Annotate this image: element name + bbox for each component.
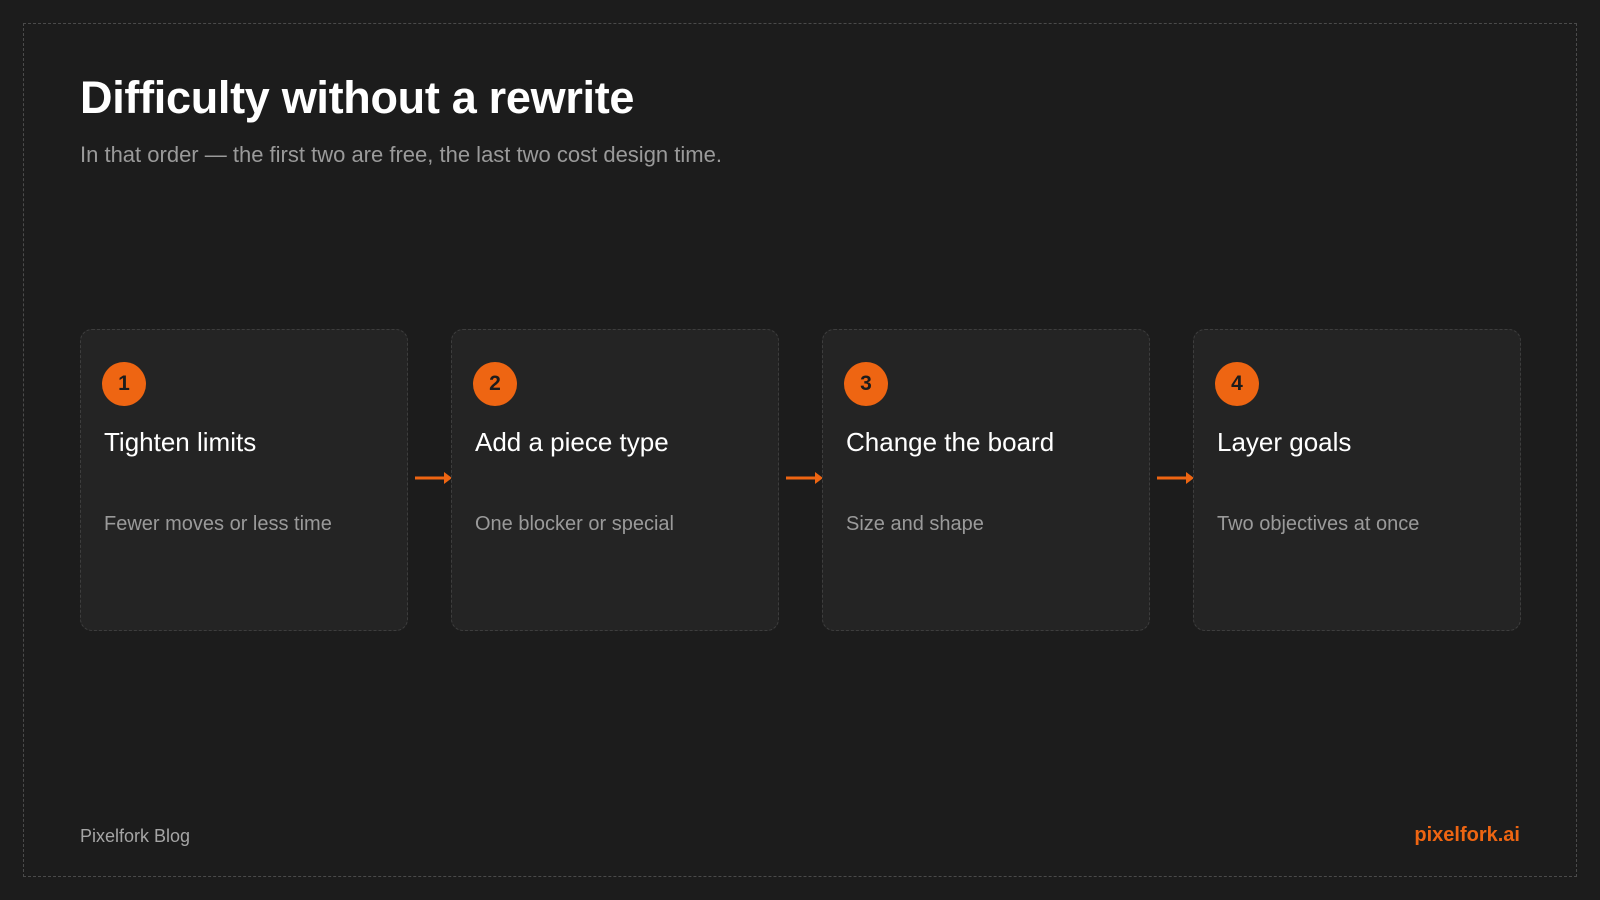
step-number-badge: 4 xyxy=(1215,362,1259,406)
steps-flow: 1 Tighten limits Fewer moves or less tim… xyxy=(80,329,1521,631)
step-card-3: 3 Change the board Size and shape xyxy=(822,329,1150,631)
step-number-badge: 1 xyxy=(102,362,146,406)
step-description: Size and shape xyxy=(846,513,984,535)
step-card-4: 4 Layer goals Two objectives at once xyxy=(1193,329,1521,631)
page-title: Difficulty without a rewrite xyxy=(80,72,635,123)
footer-brand-label: Pixelfork Blog xyxy=(80,826,191,846)
page-subtitle: In that order — the first two are free, … xyxy=(80,142,722,167)
step-title: Tighten limits xyxy=(104,427,257,457)
arrow-right-icon xyxy=(786,472,823,484)
slide: Difficulty without a rewrite In that ord… xyxy=(0,0,1600,900)
step-card-2: 2 Add a piece type One blocker or specia… xyxy=(451,329,779,631)
step-description: Two objectives at once xyxy=(1217,513,1420,535)
step-description: One blocker or special xyxy=(475,513,674,535)
step-title: Add a piece type xyxy=(475,427,669,457)
footer-site-link[interactable]: pixelfork.ai xyxy=(1414,824,1520,847)
step-card-1: 1 Tighten limits Fewer moves or less tim… xyxy=(80,329,408,631)
step-title: Change the board xyxy=(846,427,1055,457)
step-number-badge: 2 xyxy=(473,362,517,406)
step-number-badge: 3 xyxy=(844,362,888,406)
step-description: Fewer moves or less time xyxy=(104,513,332,535)
step-title: Layer goals xyxy=(1217,427,1352,457)
arrow-right-icon xyxy=(1157,472,1194,484)
arrow-right-icon xyxy=(415,472,452,484)
